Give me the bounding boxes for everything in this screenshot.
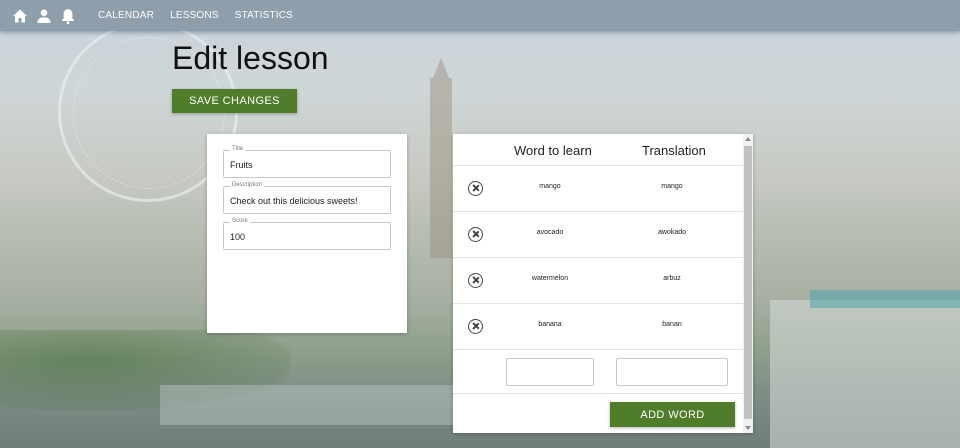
building-decoration bbox=[770, 290, 960, 448]
home-icon[interactable] bbox=[12, 8, 28, 24]
translation-cell: arbuz bbox=[663, 275, 681, 282]
vertical-scrollbar[interactable] bbox=[743, 134, 753, 433]
word-cell: avocado bbox=[536, 229, 564, 236]
remove-circle-icon[interactable] bbox=[468, 319, 483, 334]
translation-cell: awokado bbox=[657, 229, 687, 236]
translation-column-header: Translation bbox=[642, 143, 706, 158]
translation-cell: mango bbox=[661, 183, 683, 190]
bell-icon[interactable] bbox=[60, 8, 76, 24]
word-column-header: Word to learn bbox=[514, 143, 592, 158]
new-word-row bbox=[453, 349, 743, 394]
trees-decoration bbox=[0, 330, 290, 410]
score-field-label: Score bbox=[230, 218, 250, 224]
word-row: banana banan bbox=[453, 303, 743, 349]
lesson-form-card: Title Description Score bbox=[207, 134, 407, 333]
score-input[interactable] bbox=[230, 230, 385, 244]
top-navbar: CALENDAR LESSONS STATISTICS bbox=[0, 0, 960, 31]
scrollbar-thumb[interactable] bbox=[744, 146, 752, 419]
scroll-up-arrow-icon[interactable] bbox=[745, 137, 751, 141]
remove-circle-icon[interactable] bbox=[468, 273, 483, 288]
word-row: mango mango bbox=[453, 165, 743, 211]
nav-link-lessons[interactable]: LESSONS bbox=[170, 10, 219, 21]
title-field[interactable]: Title bbox=[223, 146, 391, 178]
title-input[interactable] bbox=[230, 158, 385, 172]
translation-cell: banan bbox=[662, 321, 682, 328]
add-word-button[interactable]: ADD WORD bbox=[610, 402, 735, 427]
new-word-input[interactable] bbox=[506, 358, 594, 386]
remove-circle-icon[interactable] bbox=[468, 227, 483, 242]
word-cell: watermelon bbox=[531, 275, 569, 282]
word-row: watermelon arbuz bbox=[453, 257, 743, 303]
nav-link-calendar[interactable]: CALENDAR bbox=[98, 10, 154, 21]
clock-tower-decoration bbox=[430, 58, 452, 258]
words-card: Word to learn Translation mango mango av… bbox=[453, 134, 753, 433]
new-translation-input[interactable] bbox=[616, 358, 728, 386]
save-changes-button[interactable]: SAVE CHANGES bbox=[172, 89, 297, 113]
description-input[interactable] bbox=[230, 194, 385, 208]
word-cell: banana bbox=[538, 321, 562, 328]
remove-circle-icon[interactable] bbox=[468, 181, 483, 196]
nav-link-statistics[interactable]: STATISTICS bbox=[235, 10, 293, 21]
page-title: Edit lesson bbox=[172, 40, 329, 76]
score-field[interactable]: Score bbox=[223, 218, 391, 250]
scroll-down-arrow-icon[interactable] bbox=[745, 426, 751, 430]
description-field-label: Description bbox=[230, 182, 265, 188]
title-field-label: Title bbox=[230, 146, 246, 152]
user-icon[interactable] bbox=[36, 8, 52, 24]
description-field[interactable]: Description bbox=[223, 182, 391, 214]
word-row: avocado awokado bbox=[453, 211, 743, 257]
word-cell: mango bbox=[539, 183, 561, 190]
